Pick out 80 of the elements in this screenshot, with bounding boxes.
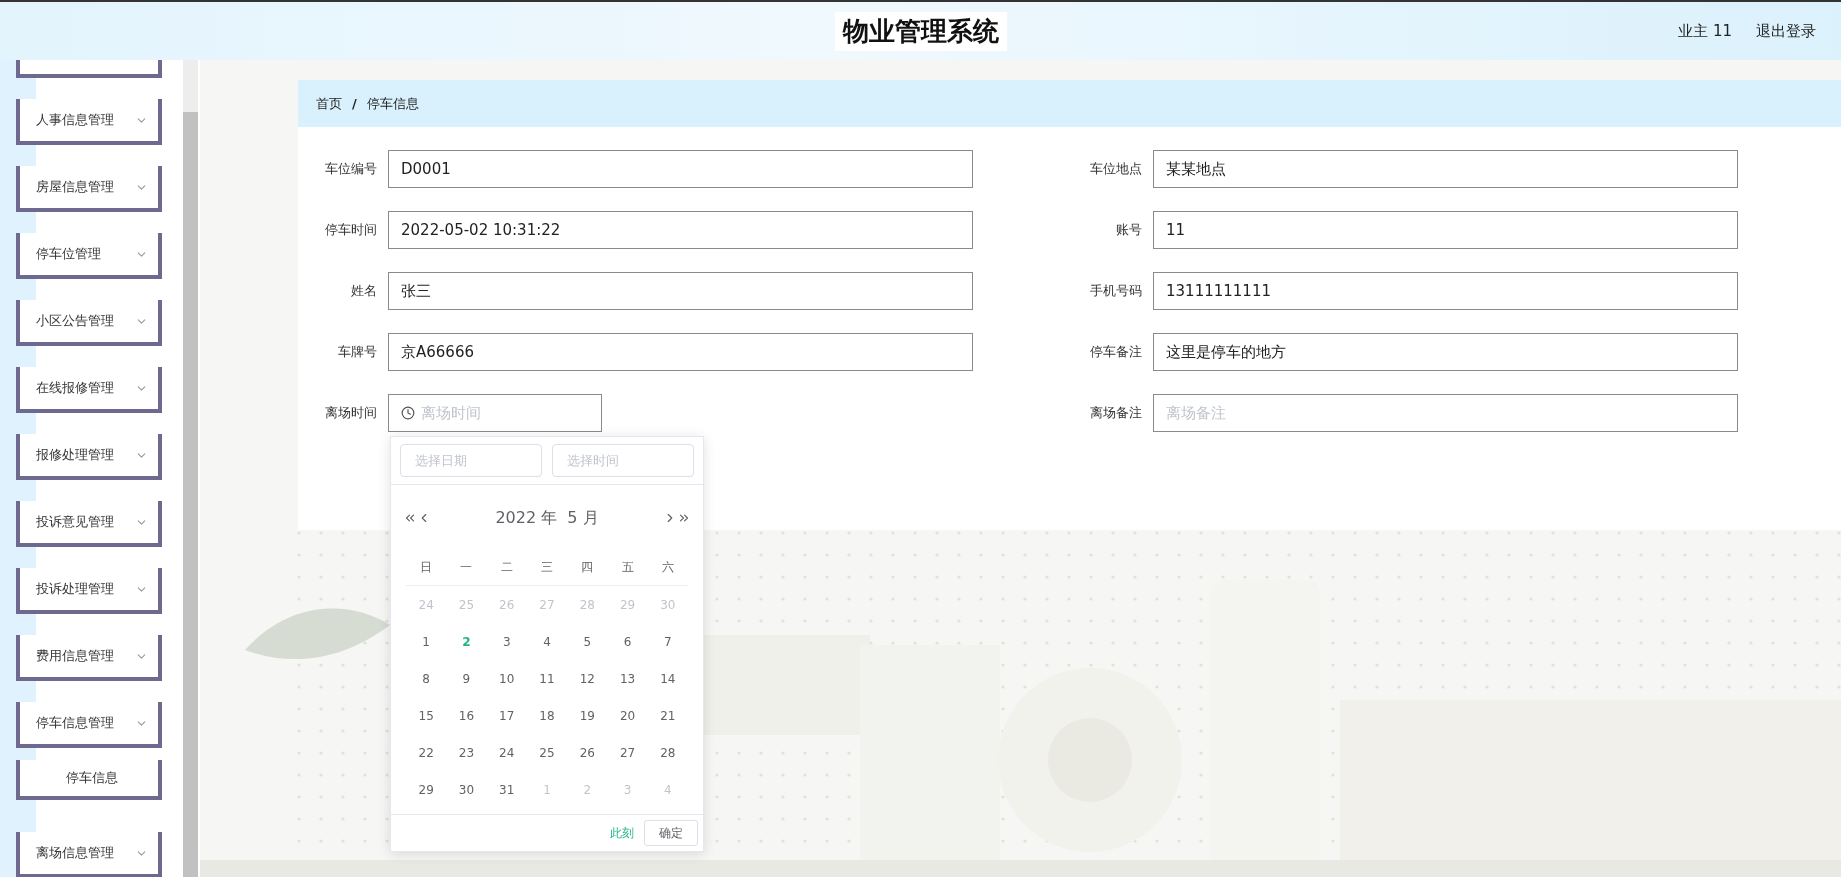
weekday-label: 一 — [446, 549, 487, 586]
text-field[interactable]: 张三 — [388, 272, 973, 310]
calendar-day[interactable]: 16 — [446, 697, 487, 734]
sidebar-item[interactable]: 停车信息管理 — [16, 702, 162, 748]
calendar-day[interactable]: 11 — [526, 660, 568, 697]
text-field[interactable]: 某某地点 — [1153, 150, 1738, 188]
field-label: 账号 — [1115, 221, 1142, 239]
field-label: 姓名 — [350, 282, 377, 300]
calendar-day[interactable]: 6 — [607, 623, 648, 660]
double-chevron-left-icon[interactable] — [403, 511, 417, 525]
sidebar-item[interactable]: 投诉意见管理 — [16, 501, 162, 547]
calendar-day[interactable]: 15 — [406, 697, 447, 734]
calendar-day[interactable]: 21 — [647, 697, 688, 734]
text-field[interactable]: 京A66666 — [388, 333, 973, 371]
user-name: 业主 11 — [1678, 21, 1732, 41]
calendar-day[interactable]: 24 — [486, 734, 527, 771]
calendar-day[interactable]: 27 — [607, 734, 648, 771]
text-field[interactable]: 这里是停车的地方 — [1153, 333, 1738, 371]
calendar-day[interactable]: 31 — [486, 771, 527, 808]
weekday-label: 六 — [647, 549, 688, 586]
breadcrumb-separator: / — [352, 96, 357, 111]
logout-link[interactable]: 退出登录 — [1756, 21, 1816, 41]
field-label: 手机号码 — [1089, 282, 1142, 300]
breadcrumb-link[interactable]: 首页 — [316, 94, 342, 113]
weekday-label: 三 — [526, 549, 568, 586]
weekday-label: 二 — [486, 549, 527, 586]
calendar-day[interactable]: 19 — [567, 697, 608, 734]
weekday-label: 日 — [406, 549, 447, 586]
calendar-day[interactable]: 13 — [607, 660, 648, 697]
sidebar-item[interactable]: 费用信息管理 — [16, 635, 162, 681]
text-field[interactable]: 2022-05-02 10:31:22 — [388, 211, 973, 249]
sidebar-item[interactable]: 投诉处理管理 — [16, 568, 162, 614]
text-field[interactable]: 13111111111 — [1153, 272, 1738, 310]
weekday-label: 五 — [607, 549, 648, 586]
calendar-day[interactable]: 26 — [567, 734, 608, 771]
sidebar-item[interactable]: 人事信息管理 — [16, 99, 162, 145]
calendar-day[interactable]: 20 — [607, 697, 648, 734]
calendar-day[interactable]: 17 — [486, 697, 527, 734]
sidebar-item[interactable]: 房屋信息管理 — [16, 166, 162, 212]
calendar-day[interactable]: 29 — [406, 771, 447, 808]
text-field[interactable]: D0001 — [388, 150, 973, 188]
scrollbar[interactable] — [183, 60, 198, 877]
field-label: 离场备注 — [1089, 404, 1142, 422]
sidebar-item[interactable]: 离场信息管理 — [16, 832, 162, 877]
breadcrumb-link[interactable]: 停车信息 — [366, 94, 419, 113]
field-label: 车位编号 — [324, 160, 377, 178]
calendar-day[interactable]: 22 — [406, 734, 447, 771]
calendar-day[interactable]: 12 — [567, 660, 608, 697]
text-field[interactable]: 11 — [1153, 211, 1738, 249]
sidebar-item[interactable]: 停车位管理 — [16, 233, 162, 279]
field-label: 停车备注 — [1089, 343, 1142, 361]
sidebar-item[interactable]: 小区公告管理 — [16, 300, 162, 346]
clock-icon — [401, 406, 415, 420]
field-label: 车牌号 — [337, 343, 377, 361]
calendar-day[interactable]: 25 — [526, 734, 568, 771]
calendar-day[interactable]: 4 — [526, 623, 568, 660]
calendar-day[interactable]: 14 — [647, 660, 688, 697]
calendar-day[interactable]: 23 — [446, 734, 487, 771]
sidebar-item[interactable]: 在线报修管理 — [16, 367, 162, 413]
calendar-day[interactable]: 1 — [406, 623, 447, 660]
sidebar-subitem[interactable]: 停车信息 — [16, 760, 162, 800]
calendar-title: 2022 年 5 月 — [495, 507, 599, 529]
calendar-day[interactable]: 3 — [486, 623, 527, 660]
calendar-day[interactable]: 30 — [446, 771, 487, 808]
calendar-day[interactable]: 5 — [567, 623, 608, 660]
calendar-day[interactable]: 9 — [446, 660, 487, 697]
field-label: 车位地点 — [1089, 160, 1142, 178]
field-label: 停车时间 — [324, 221, 377, 239]
weekday-label: 四 — [567, 549, 608, 586]
sidebar-item[interactable] — [16, 60, 162, 78]
calendar-day[interactable]: 18 — [526, 697, 568, 734]
app-title: 物业管理系统 — [834, 11, 1007, 51]
field-label: 离场时间 — [324, 404, 377, 422]
calendar-day[interactable]: 28 — [647, 734, 688, 771]
sidebar-item[interactable]: 报修处理管理 — [16, 434, 162, 480]
calendar-day[interactable]: 7 — [647, 623, 688, 660]
confirm-button[interactable]: 确定 — [644, 820, 698, 846]
calendar-day[interactable]: 10 — [486, 660, 527, 697]
double-chevron-right-icon[interactable] — [677, 511, 691, 525]
calendar-day[interactable]: 8 — [406, 660, 447, 697]
